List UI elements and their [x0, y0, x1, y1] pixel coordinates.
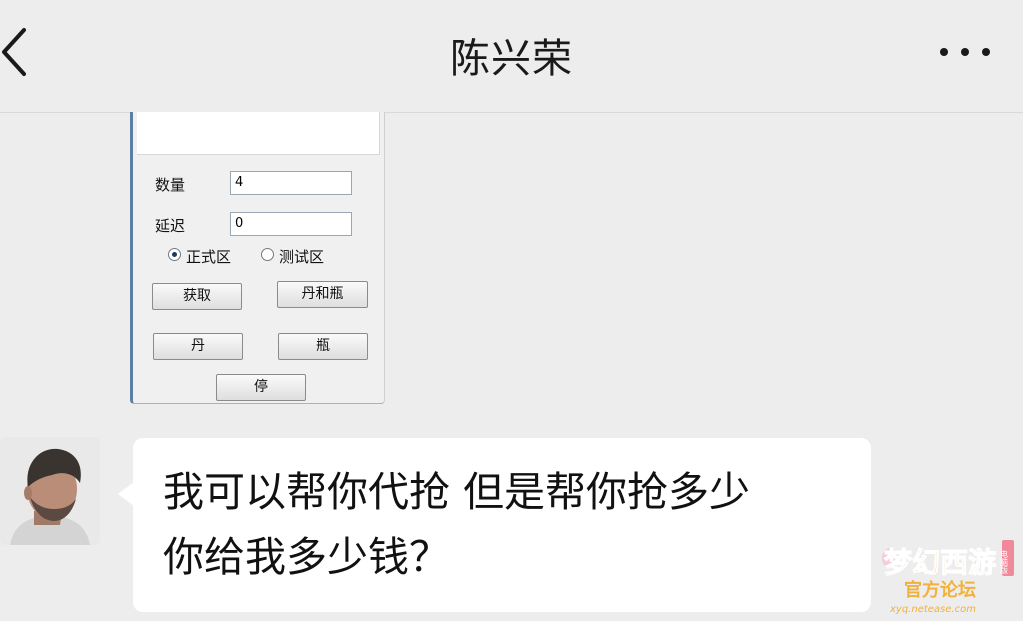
- chat-header: 陈兴荣: [0, 0, 1023, 113]
- radio-official: [168, 248, 181, 261]
- watermark-corner-text: 电脑版: [1000, 549, 1009, 575]
- radio-test: [261, 248, 274, 261]
- message-line: 我可以帮你代抢 但是帮你抢多少: [163, 468, 751, 516]
- fetch-button: 获取: [152, 283, 242, 310]
- delay-field: 0: [230, 212, 352, 236]
- radio-official-label: 正式区: [186, 248, 232, 266]
- more-dot-icon: [940, 48, 948, 56]
- more-dot-icon: [982, 48, 990, 56]
- radio-test-label: 测试区: [279, 248, 325, 266]
- quantity-field: 4: [230, 171, 352, 195]
- dan-and-bottle-button: 丹和瓶: [277, 281, 368, 308]
- avatar[interactable]: [0, 437, 100, 545]
- text-message-bubble[interactable]: 我可以帮你代抢 但是帮你抢多少 你给我多少钱？: [133, 438, 871, 612]
- dan-button: 丹: [153, 333, 243, 360]
- message-text: 我可以帮你代抢 但是帮你抢多少 你给我多少钱？: [163, 460, 853, 590]
- stop-button: 停: [216, 374, 306, 401]
- message-line: 你给我多少钱？: [163, 533, 450, 581]
- watermark-logo: 梦幻西游 电脑版 官方论坛 xyq.netease.com: [876, 532, 1016, 616]
- more-options-button[interactable]: [930, 38, 1000, 68]
- quantity-label: 数量: [155, 176, 186, 194]
- chat-title: 陈兴荣: [450, 36, 573, 82]
- delay-label: 延迟: [155, 217, 186, 235]
- image-message[interactable]: 数量 4 延迟 0 正式区 测试区 获取 丹和瓶 丹 瓶 停: [130, 112, 385, 404]
- bubble-tail: [118, 482, 134, 506]
- watermark-logo-text: 梦幻西游: [884, 546, 996, 579]
- person-avatar-icon: [0, 437, 100, 545]
- watermark-subtitle: 官方论坛: [904, 579, 976, 601]
- bottle-button: 瓶: [278, 333, 368, 360]
- more-dot-icon: [961, 48, 969, 56]
- window-frame: [137, 112, 380, 155]
- watermark-url: xyq.netease.com: [889, 604, 976, 615]
